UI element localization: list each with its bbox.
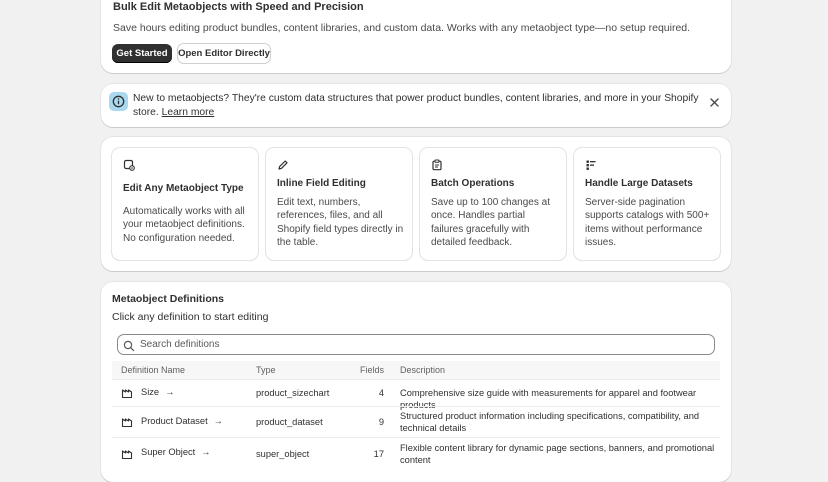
features-card: Edit Any Metaobject Type Automatically w… (101, 137, 731, 271)
definition-description: Flexible content library for dynamic pag… (400, 443, 715, 465)
search-icon (123, 339, 135, 352)
feature-card-metaobject-type: Edit Any Metaobject Type Automatically w… (112, 148, 258, 260)
feature-description: Server-side pagination supports catalogs… (585, 197, 710, 248)
definition-name[interactable]: Product Dataset → (141, 416, 223, 426)
close-icon[interactable] (709, 95, 720, 107)
definition-name[interactable]: Super Object → (141, 447, 211, 457)
info-banner: New to metaobjects? They're custom data … (101, 84, 731, 127)
hero-card: Bulk Edit Metaobjects with Speed and Pre… (101, 0, 731, 73)
feature-description: Edit text, numbers, references, files, a… (277, 197, 404, 248)
arrow-right-icon: → (165, 387, 175, 397)
learn-more-link[interactable]: Learn more (162, 107, 215, 118)
feature-card-large-datasets: Handle Large Datasets Server-side pagina… (574, 148, 720, 260)
banner-text: New to metaobjects? They're custom data … (133, 93, 699, 118)
edit-pencil-icon (277, 158, 289, 170)
search-field[interactable] (117, 334, 715, 355)
table-header: Definition Name Type Fields Description (112, 361, 720, 379)
definition-fields: 9 (378, 417, 384, 427)
large-dataset-icon (585, 158, 597, 170)
hero-subtitle: Save hours editing product bundles, cont… (113, 22, 691, 34)
metaobject-icon (121, 448, 133, 460)
feature-card-batch-operations: Batch Operations Save up to 100 changes … (420, 148, 566, 260)
hero-title: Bulk Edit Metaobjects with Speed and Pre… (113, 1, 364, 13)
definition-type: super_object (256, 449, 310, 459)
feature-description: Automatically works with all your metaob… (123, 206, 245, 244)
feature-card-inline-editing: Inline Field Editing Edit text, numbers,… (266, 148, 412, 260)
table-row[interactable]: Super Object → super_object 17 Flexible c… (112, 437, 720, 468)
feature-description: Save up to 100 changes at once. Handles … (431, 197, 550, 248)
metaobject-icon (121, 387, 133, 399)
info-icon (109, 92, 128, 111)
definition-name-label: Size (141, 387, 160, 397)
metaobject-type-icon (123, 158, 135, 171)
column-header-fields[interactable]: Fields (352, 365, 384, 375)
column-header-description[interactable]: Description (400, 365, 445, 375)
banner-message: New to metaobjects? They're custom data … (133, 92, 703, 119)
clipboard-icon (431, 158, 443, 171)
feature-title: Inline Field Editing (277, 178, 366, 189)
arrow-right-icon: → (213, 416, 223, 426)
definitions-title: Metaobject Definitions (112, 293, 225, 305)
table-row[interactable]: Product Dataset → product_dataset 9 Struc… (112, 406, 720, 437)
definition-fields: 17 (373, 449, 384, 459)
column-header-type[interactable]: Type (256, 365, 276, 375)
definition-name-label: Super Object (141, 447, 196, 457)
definition-type: product_sizechart (256, 388, 330, 398)
column-header-name[interactable]: Definition Name (121, 365, 185, 375)
feature-title: Edit Any Metaobject Type (123, 183, 244, 194)
get-started-button[interactable]: Get Started (112, 44, 172, 63)
feature-title: Batch Operations (431, 178, 515, 189)
definition-description: Structured product information including… (400, 411, 700, 433)
definitions-card: Metaobject Definitions Click any definit… (101, 282, 731, 482)
definition-name-label: Product Dataset (141, 416, 208, 426)
definition-name[interactable]: Size → (141, 387, 174, 397)
definition-type: product_dataset (256, 417, 323, 427)
arrow-right-icon: → (201, 447, 211, 457)
table-row[interactable]: Size → product_sizechart 4 Comprehensive … (112, 379, 720, 410)
definition-fields: 4 (378, 388, 384, 398)
feature-title: Handle Large Datasets (585, 178, 693, 189)
search-input[interactable] (140, 338, 700, 351)
definitions-subtitle: Click any definition to start editing (112, 311, 269, 323)
open-editor-button[interactable]: Open Editor Directly (178, 44, 270, 63)
metaobject-icon (121, 416, 133, 428)
